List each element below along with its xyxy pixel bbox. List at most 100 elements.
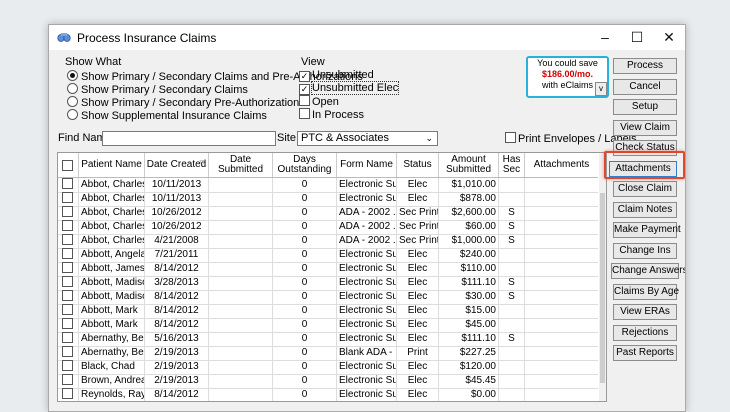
close-icon[interactable]: ✕ <box>653 25 685 50</box>
table-row[interactable]: Reynolds, Ray...8/14/2012 0Electronic Su.… <box>58 388 598 401</box>
header-patient-name[interactable]: Patient Name <box>79 153 145 177</box>
table-row[interactable]: Abbot, Charles...10/11/2013 0Electronic S… <box>58 178 598 193</box>
vertical-scrollbar[interactable] <box>599 153 606 401</box>
minimize-icon[interactable]: – <box>589 25 621 50</box>
change-ins-button[interactable]: Change Ins <box>613 243 677 259</box>
promo-toggle-button[interactable]: v <box>595 82 607 96</box>
setup-button[interactable]: Setup <box>613 99 677 115</box>
amount-cell: $227.25 <box>439 346 499 360</box>
checkbox-icon <box>505 132 516 143</box>
has-sec-cell <box>499 304 525 318</box>
header-attachments[interactable]: Attachments <box>525 153 598 177</box>
table-row[interactable]: Brown, Andrea2/19/2013 0Electronic Su...E… <box>58 374 598 389</box>
table-row[interactable]: Abbott, Madiso...3/28/2013 0Electronic Su… <box>58 276 598 291</box>
process-button[interactable]: Process <box>613 58 677 74</box>
header-has-sec[interactable]: Has Sec <box>499 153 525 177</box>
date-submitted-cell <box>209 304 273 318</box>
header-days-outstanding[interactable]: Days Outstanding <box>273 153 337 177</box>
maximize-icon[interactable]: ☐ <box>621 25 653 50</box>
view-eras-button[interactable]: View ERAs <box>613 304 677 320</box>
date-created-cell: 2/19/2013 <box>145 346 209 360</box>
checkbox-checked-icon: ✓ <box>299 84 310 95</box>
header-date-submitted[interactable]: Date Submitted <box>209 153 273 177</box>
row-select-cell[interactable] <box>58 388 79 401</box>
header-form-name[interactable]: Form Name <box>337 153 397 177</box>
show-option-supplemental[interactable]: Show Supplemental Insurance Claims <box>67 109 267 122</box>
view-open-checkbox[interactable]: Open <box>299 95 339 108</box>
claim-notes-button[interactable]: Claim Notes <box>613 202 677 218</box>
change-answers-button[interactable]: Change Answers <box>611 263 685 279</box>
form-name-cell: Electronic Su... <box>339 178 397 192</box>
form-name-cell: ADA - 2002 ... <box>339 220 397 234</box>
status-cell: Elec <box>397 262 439 276</box>
scrollbar-thumb[interactable] <box>600 193 605 383</box>
patient-name-cell: Black, Chad <box>79 360 145 374</box>
table-row[interactable]: Black, Chad2/19/2013 0Electronic Su...Ele… <box>58 360 598 375</box>
header-amount-submitted[interactable]: Amount Submitted <box>439 153 499 177</box>
table-row[interactable]: Abernathy, Be...2/19/2013 0Blank ADA - ..… <box>58 346 598 361</box>
row-select-cell[interactable] <box>58 332 79 346</box>
row-select-cell[interactable] <box>58 360 79 374</box>
table-row[interactable]: Abernathy, Be...5/16/2013 0Electronic Su.… <box>58 332 598 347</box>
row-select-cell[interactable] <box>58 290 79 304</box>
close-claim-button[interactable]: Close Claim <box>613 181 677 197</box>
row-select-cell[interactable] <box>58 346 79 360</box>
table-row[interactable]: Abbott, Mark8/14/2012 0Electronic Su...El… <box>58 318 598 333</box>
select-all-cell[interactable] <box>58 153 79 177</box>
table-row[interactable]: Abbot, Charles...4/21/2008 0ADA - 2002 ..… <box>58 234 598 249</box>
table-row[interactable]: Abbot, Charles...10/11/2013 0Electronic S… <box>58 192 598 207</box>
row-select-cell[interactable] <box>58 262 79 276</box>
view-unsubmitted-checkbox[interactable]: ✓ Unsubmitted <box>299 69 374 82</box>
view-unsubmitted-elec-checkbox[interactable]: ✓ Unsubmitted Elec <box>299 81 400 95</box>
date-created-cell: 10/26/2012 <box>145 206 209 220</box>
radio-selected-icon <box>67 70 78 81</box>
patient-name-cell: Brown, Andrea <box>81 374 145 388</box>
row-select-cell[interactable] <box>58 374 79 388</box>
patient-name-cell: Abernathy, Be... <box>81 346 145 360</box>
past-reports-button[interactable]: Past Reports <box>613 345 677 361</box>
status-cell: Sec Print <box>399 220 439 234</box>
date-created-cell: 5/16/2013 <box>145 332 209 346</box>
promo-line-1: You could save <box>537 58 598 68</box>
form-name-cell: Electronic Su... <box>339 290 397 304</box>
table-row[interactable]: Abbot, Charles...10/26/2012 0ADA - 2002 .… <box>58 220 598 235</box>
row-select-cell[interactable] <box>58 178 79 192</box>
checkbox-icon <box>61 346 73 357</box>
view-claim-button[interactable]: View Claim <box>613 120 677 136</box>
table-row[interactable]: Abbott, James8/14/2012 0Electronic Su...E… <box>58 262 598 277</box>
table-row[interactable]: Abbott, Mark8/14/2012 0Electronic Su...El… <box>58 304 598 319</box>
table-row[interactable]: Abbot, Charles...10/26/2012 0ADA - 2002 .… <box>58 206 598 221</box>
date-submitted-cell <box>209 206 273 220</box>
claims-by-age-button[interactable]: Claims By Age <box>613 284 679 300</box>
table-row[interactable]: Abbott, Madiso...8/14/2012 0Electronic Su… <box>58 290 598 305</box>
row-select-cell[interactable] <box>58 304 79 318</box>
table-row[interactable]: Abbott, Angela7/21/2011 0Electronic Su...… <box>58 248 598 263</box>
date-submitted-cell <box>209 332 273 346</box>
amount-cell: $1,010.00 <box>439 178 499 192</box>
row-select-cell[interactable] <box>58 234 79 248</box>
header-date-created[interactable]: Date Created ▽ <box>145 153 209 177</box>
attachments-cell <box>525 248 598 262</box>
find-name-input[interactable] <box>102 131 276 146</box>
show-option-preauth[interactable]: Show Primary / Secondary Pre-Authorizati… <box>67 96 305 109</box>
row-select-cell[interactable] <box>58 206 79 220</box>
row-select-cell[interactable] <box>58 248 79 262</box>
row-select-cell[interactable] <box>58 276 79 290</box>
make-payment-button[interactable]: Make Payment <box>613 222 681 238</box>
attachments-cell <box>525 346 598 360</box>
patient-name-cell: Abbott, Madiso... <box>79 290 145 304</box>
rejections-button[interactable]: Rejections <box>613 325 677 341</box>
cancel-button[interactable]: Cancel <box>613 79 677 95</box>
status-cell: Elec <box>397 290 439 304</box>
view-in-process-checkbox[interactable]: In Process <box>299 108 364 121</box>
show-option-claims[interactable]: Show Primary / Secondary Claims <box>67 83 248 96</box>
radio-icon <box>67 96 78 107</box>
row-select-cell[interactable] <box>58 192 79 206</box>
row-select-cell[interactable] <box>58 220 79 234</box>
row-select-cell[interactable] <box>58 318 79 332</box>
claims-table: Patient Name Date Created ▽ Date Submitte… <box>57 152 607 402</box>
patient-name-cell: Abbot, Charles... <box>79 178 145 192</box>
days-outstanding-cell: 0 <box>273 248 337 262</box>
header-status[interactable]: Status <box>397 153 439 177</box>
site-select[interactable]: PTC & Associates ⌄ <box>297 131 438 146</box>
